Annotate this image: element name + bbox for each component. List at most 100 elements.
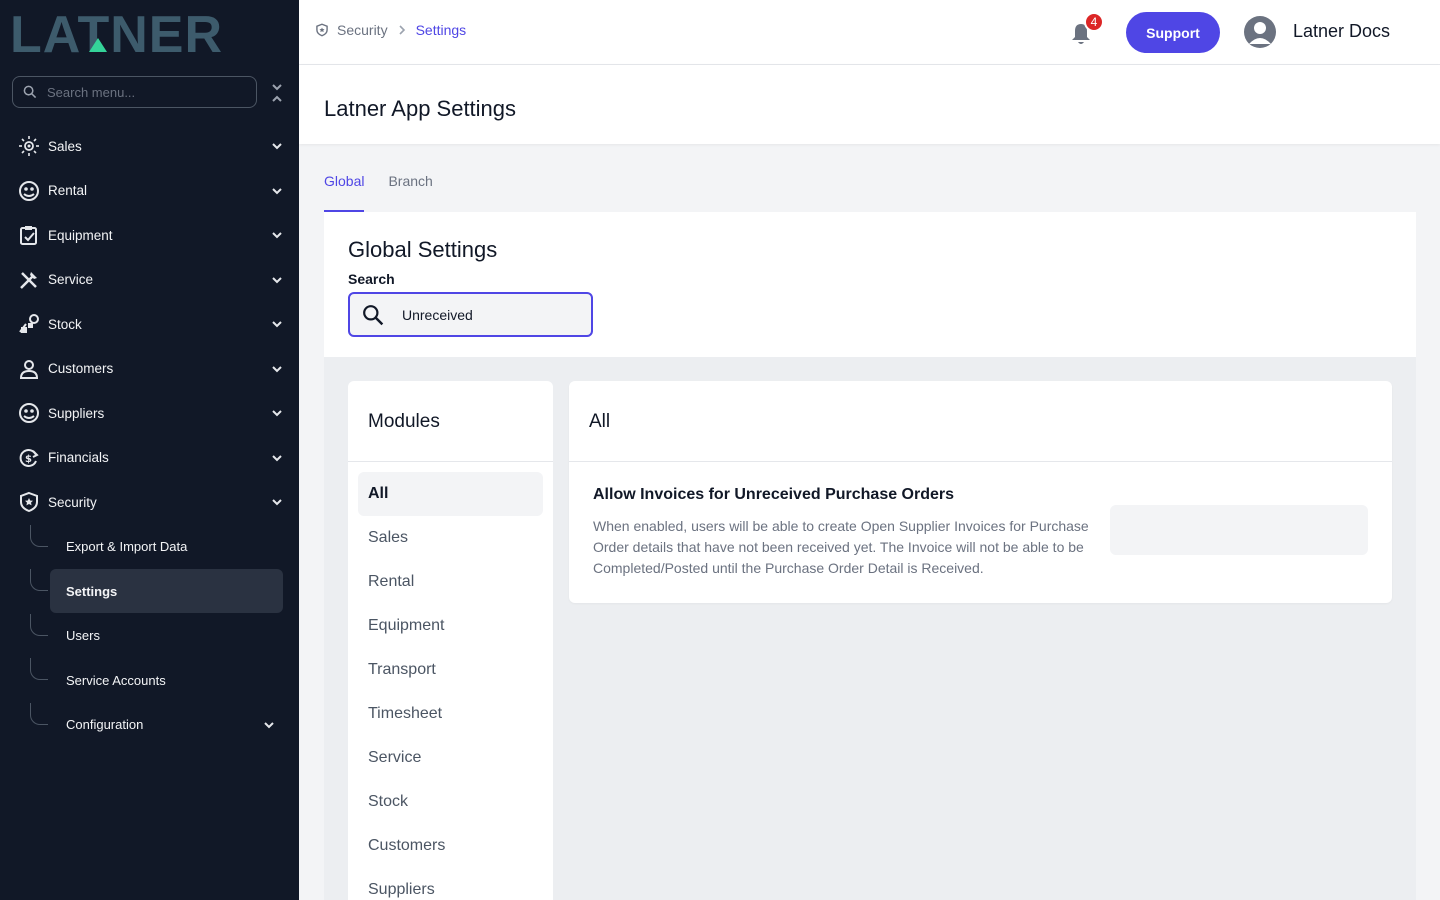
user-name[interactable]: Latner Docs (1293, 21, 1390, 42)
sidebar-item-stock[interactable]: Stock (0, 302, 299, 347)
page-title-bar: Latner App Settings (299, 65, 1440, 144)
sidebar-subitem-service-accounts[interactable]: Service Accounts (30, 658, 299, 703)
setting-name: Allow Invoices for Unreceived Purchase O… (593, 486, 955, 503)
module-item-transport[interactable]: Transport (358, 648, 543, 692)
menu-search[interactable] (12, 76, 257, 108)
user-icon (1249, 22, 1271, 44)
search-icon (23, 85, 37, 99)
tree-branch (30, 524, 48, 547)
settings-panel: All Allow Invoices for Unreceived Purcha… (569, 381, 1392, 603)
page-title: Latner App Settings (324, 96, 517, 121)
divider (348, 461, 553, 462)
sidebar-item-service[interactable]: Service (0, 258, 299, 303)
service-icon (18, 269, 40, 291)
chevron-down-icon (272, 410, 282, 417)
settings-search[interactable] (348, 292, 593, 337)
chevron-down-icon (272, 499, 282, 506)
sidebar-subitem-settings[interactable]: Settings (30, 569, 299, 614)
sidebar-item-label: Customers (48, 361, 114, 377)
module-item-all[interactable]: All (358, 472, 543, 516)
svg-text:LATNER: LATNER (10, 8, 223, 56)
module-item-stock[interactable]: Stock (358, 780, 543, 824)
global-settings-card: Global Settings Search (324, 212, 1416, 357)
notification-badge: 4 (1084, 12, 1104, 32)
sidebar-item-label: Suppliers (48, 405, 105, 421)
shield-icon (18, 491, 40, 513)
sidebar-subitem-users[interactable]: Users (30, 613, 299, 659)
sidebar-subitem-label: Users (66, 628, 100, 644)
tree-branch (30, 613, 48, 636)
avatar[interactable] (1244, 16, 1276, 48)
sidebar-subitem-export-import[interactable]: Export & Import Data (30, 524, 299, 570)
module-item-sales[interactable]: Sales (358, 516, 543, 560)
sidebar-item-equipment[interactable]: Equipment (0, 213, 299, 258)
module-item-rental[interactable]: Rental (358, 560, 543, 604)
sidebar-subitem-label: Service Accounts (66, 672, 166, 688)
module-item-customers[interactable]: Customers (358, 824, 543, 868)
top-header: Security Settings 4 Support Latner Docs (299, 0, 1440, 65)
latner-logo[interactable]: LATNER (10, 8, 282, 56)
modules-title: Modules (368, 411, 440, 432)
support-button[interactable]: Support (1126, 12, 1220, 53)
module-item-service[interactable]: Service (358, 736, 543, 780)
chevron-down-icon (272, 455, 282, 462)
breadcrumb: Security Settings (315, 22, 466, 38)
sidebar-subitem-label: Settings (66, 583, 118, 599)
sidebar-item-rental[interactable]: Rental (0, 169, 299, 214)
chevron-down-icon (272, 188, 282, 195)
tab-global[interactable]: Global (324, 164, 365, 212)
chevron-down-icon (272, 232, 282, 239)
sidebar-subitem-label: Configuration (66, 717, 144, 733)
collapse-sidebar-button[interactable] (268, 82, 286, 104)
tree-branch (30, 702, 48, 725)
tab-branch[interactable]: Branch (388, 164, 432, 212)
sidebar-item-label: Equipment (48, 227, 113, 243)
customers-icon (18, 358, 40, 380)
sidebar-subitem-configuration[interactable]: Configuration (30, 702, 299, 748)
chevron-down-icon (272, 321, 282, 328)
panel-title: All (589, 411, 611, 432)
sidebar-item-customers[interactable]: Customers (0, 347, 299, 392)
suppliers-icon (18, 402, 40, 424)
sidebar-item-label: Sales (48, 138, 82, 154)
sidebar-item-label: Financials (48, 450, 109, 466)
sidebar: LATNER Sales Rental Equipment Service (0, 0, 299, 900)
stock-icon (18, 313, 40, 335)
chevron-down-icon (272, 277, 282, 284)
module-item-suppliers[interactable]: Suppliers (358, 868, 543, 900)
chevron-down-icon (272, 366, 282, 373)
module-item-timesheet[interactable]: Timesheet (358, 692, 543, 736)
chevron-right-icon (399, 25, 405, 35)
global-settings-title: Global Settings (348, 237, 498, 262)
sidebar-item-label: Security (48, 494, 97, 510)
setting-description: When enabled, users will be able to crea… (593, 518, 1089, 576)
rental-icon (18, 180, 40, 202)
sidebar-item-financials[interactable]: $ Financials (0, 436, 299, 481)
search-label: Search (348, 271, 395, 287)
modules-panel: Modules All Sales Rental Equipment Trans… (348, 381, 553, 900)
sidebar-nav: Sales Rental Equipment Service Stock Cus… (0, 124, 299, 747)
menu-search-input[interactable] (47, 84, 237, 100)
sidebar-item-label: Rental (48, 183, 88, 199)
financials-icon: $ (18, 447, 40, 469)
setting-value-control[interactable] (1110, 505, 1368, 555)
chevron-down-icon (264, 722, 274, 729)
chevron-down-icon (272, 143, 282, 150)
sidebar-item-sales[interactable]: Sales (0, 124, 299, 169)
settings-tabs: Global Branch (324, 164, 457, 212)
module-item-equipment[interactable]: Equipment (358, 604, 543, 648)
divider (569, 461, 1392, 462)
modules-list: All Sales Rental Equipment Transport Tim… (358, 472, 543, 900)
sidebar-item-suppliers[interactable]: Suppliers (0, 391, 299, 436)
tree-branch (30, 569, 48, 591)
breadcrumb-security[interactable]: Security (337, 22, 388, 38)
tree-branch (30, 658, 48, 680)
svg-text:$: $ (25, 454, 32, 465)
search-icon (363, 304, 384, 325)
security-submenu: Export & Import Data Settings Users Serv… (0, 524, 299, 748)
equipment-icon (18, 224, 40, 246)
settings-search-input[interactable] (402, 306, 582, 323)
breadcrumb-settings[interactable]: Settings (416, 22, 467, 38)
collapse-icon (272, 84, 282, 102)
sidebar-item-security[interactable]: Security (0, 480, 299, 525)
